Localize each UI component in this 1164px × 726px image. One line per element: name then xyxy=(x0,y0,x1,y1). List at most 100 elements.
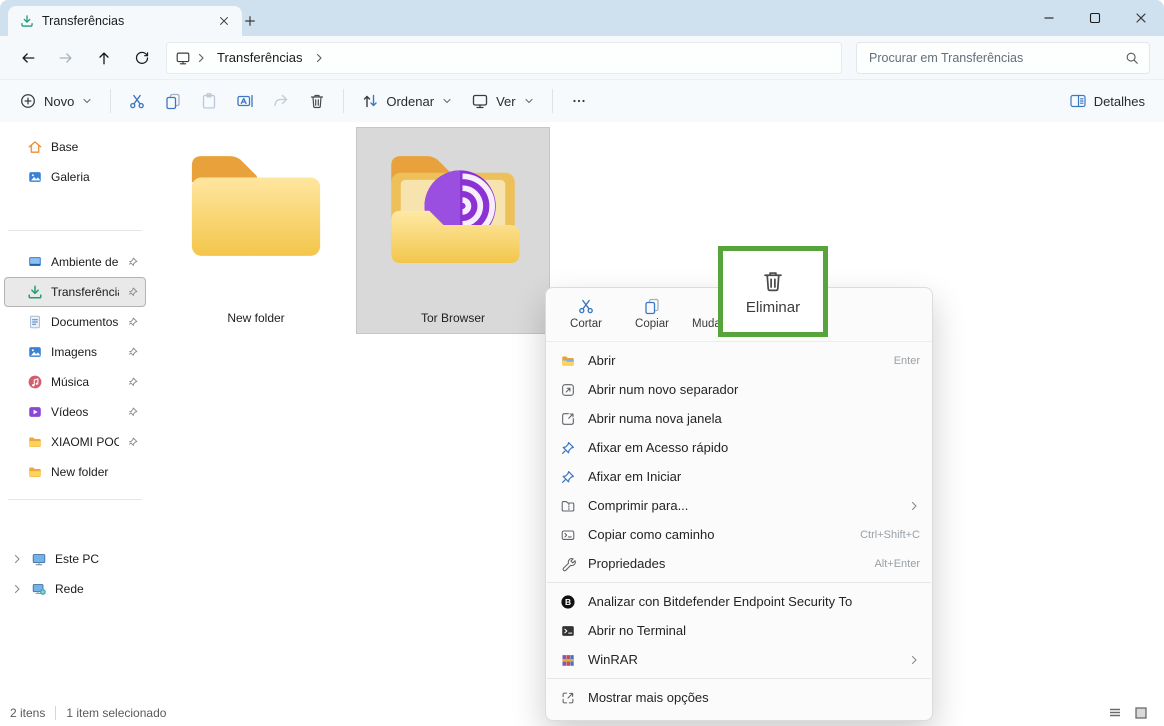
folder-icon xyxy=(27,464,43,480)
breadcrumb[interactable]: Transferências xyxy=(166,42,842,74)
menu-item-winrar[interactable]: WinRAR xyxy=(546,645,932,674)
download-icon xyxy=(27,284,43,300)
more-toolbar-button[interactable] xyxy=(561,85,597,117)
file-explorer-window: Transferências Transferências xyxy=(0,0,1164,726)
menu-item-shortcut: Alt+Enter xyxy=(874,558,920,570)
menu-item-afixar-em-iniciar[interactable]: Afixar em Iniciar xyxy=(546,462,932,491)
this-pc-icon[interactable] xyxy=(175,50,191,66)
expand-chevron-icon[interactable] xyxy=(11,553,23,565)
back-button[interactable] xyxy=(14,44,42,72)
toolbar-separator xyxy=(343,89,344,113)
chevron-right-icon[interactable] xyxy=(195,52,207,64)
context-menu: CortarCopiarMudar o nome AbrirEnterAbrir… xyxy=(545,287,933,721)
submenu-chevron-icon xyxy=(908,654,920,666)
sidebar-item-xiaomi-poco-f[interactable]: XIAOMI POCO F xyxy=(4,427,146,457)
copy-button[interactable] xyxy=(155,85,191,117)
menu-item-label: Propriedades xyxy=(588,556,862,571)
sort-button-label: Ordenar xyxy=(386,94,434,109)
menu-item-abrir-numa-nova-janela[interactable]: Abrir numa nova janela xyxy=(546,404,932,433)
sidebar-item-label: Este PC xyxy=(55,552,139,566)
sidebar-item-este-pc[interactable]: Este PC xyxy=(4,544,146,574)
menu-item-mostrar-mais-opcoes[interactable]: Mostrar mais opções xyxy=(546,683,932,712)
sidebar-item-label: Transferências xyxy=(51,285,119,299)
window-controls xyxy=(1026,0,1164,36)
sidebar-item-label: Galeria xyxy=(51,170,139,184)
forward-button[interactable] xyxy=(52,44,80,72)
sidebar-item-imagens[interactable]: Imagens xyxy=(4,337,146,367)
sidebar-item-label: XIAOMI POCO F xyxy=(51,435,119,449)
sidebar-item-documentos[interactable]: Documentos xyxy=(4,307,146,337)
tab-transferencias[interactable]: Transferências xyxy=(8,6,242,36)
view-icon xyxy=(471,92,489,110)
selected-count: 1 item selecionado xyxy=(66,706,166,720)
sidebar-item-galeria[interactable]: Galeria xyxy=(4,162,146,192)
pin-icon xyxy=(127,316,139,328)
share-button[interactable] xyxy=(263,85,299,117)
file-tile-tor-browser[interactable]: Tor Browser xyxy=(356,127,550,334)
menu-item-abrir[interactable]: AbrirEnter xyxy=(546,346,932,375)
menu-item-label: Abrir xyxy=(588,353,882,368)
list-view-toggle[interactable] xyxy=(1102,703,1128,723)
new-window-icon xyxy=(560,411,576,427)
home-icon xyxy=(27,139,43,155)
gallery-icon xyxy=(27,169,43,185)
zip-icon xyxy=(560,498,576,514)
sidebar-item-base[interactable]: Base xyxy=(4,132,146,162)
menu-divider xyxy=(547,678,931,679)
sidebar-item-ambiente-de-tra[interactable]: Ambiente de tra xyxy=(4,247,146,277)
up-button[interactable] xyxy=(90,44,118,72)
status-separator xyxy=(55,706,56,720)
chevron-right-icon[interactable] xyxy=(313,52,325,64)
icons-view-icon xyxy=(1134,706,1148,720)
breadcrumb-item[interactable]: Transferências xyxy=(211,48,309,67)
icons-view-toggle[interactable] xyxy=(1128,703,1154,723)
sidebar-item-videos[interactable]: Vídeos xyxy=(4,397,146,427)
menu-item-comprimir-para[interactable]: Comprimir para... xyxy=(546,491,932,520)
menu-item-label: Afixar em Acesso rápido xyxy=(588,440,920,455)
sidebar-item-label: Ambiente de tra xyxy=(51,255,119,269)
sort-button[interactable]: Ordenar xyxy=(352,86,462,116)
pin-icon xyxy=(127,286,139,298)
refresh-button[interactable] xyxy=(128,44,156,72)
sidebar-item-label: Base xyxy=(51,140,139,154)
file-name: Tor Browser xyxy=(421,311,485,325)
details-panel-icon xyxy=(1069,92,1087,110)
delete-button[interactable] xyxy=(299,85,335,117)
quick-action-cortar[interactable]: Cortar xyxy=(556,293,616,334)
rename-button[interactable] xyxy=(227,85,263,117)
pin-blue-icon xyxy=(560,440,576,456)
cut-icon xyxy=(128,92,146,110)
sidebar-item-new-folder[interactable]: New folder xyxy=(4,457,146,487)
file-tile-new-folder[interactable]: New folder xyxy=(170,127,342,334)
menu-item-propriedades[interactable]: Propriedades Alt+Enter xyxy=(546,549,932,578)
expand-chevron-icon[interactable] xyxy=(11,583,23,595)
cut-button[interactable] xyxy=(119,85,155,117)
view-button[interactable]: Ver xyxy=(462,86,544,116)
minimize-button[interactable] xyxy=(1026,0,1072,36)
maximize-button[interactable] xyxy=(1072,0,1118,36)
menu-item-afixar-em-acesso-rapido[interactable]: Afixar em Acesso rápido xyxy=(546,433,932,462)
terminal-icon xyxy=(560,623,576,639)
items-count: 2 itens xyxy=(10,706,45,720)
search-box[interactable] xyxy=(856,42,1150,74)
sidebar-item-transferencias[interactable]: Transferências xyxy=(4,277,146,307)
quick-action-label: Cortar xyxy=(570,318,602,330)
menu-item-copiar-como-caminho[interactable]: Copiar como caminhoCtrl+Shift+C xyxy=(546,520,932,549)
menu-item-label: Analizar con Bitdefender Endpoint Securi… xyxy=(588,594,920,609)
details-button[interactable]: Detalhes xyxy=(1060,86,1154,116)
menu-item-analizar-con-bitdefender-endpoint-securi[interactable]: BAnalizar con Bitdefender Endpoint Secur… xyxy=(546,587,932,616)
menu-item-abrir-num-novo-separador[interactable]: Abrir num novo separador xyxy=(546,375,932,404)
new-tab-button[interactable] xyxy=(238,10,262,32)
close-button[interactable] xyxy=(1118,0,1164,36)
search-input[interactable] xyxy=(867,50,1119,66)
menu-item-abrir-no-terminal[interactable]: Abrir no Terminal xyxy=(546,616,932,645)
videos-icon xyxy=(27,404,43,420)
sidebar-item-rede[interactable]: Rede xyxy=(4,574,146,604)
tab-label: Transferências xyxy=(42,14,206,28)
annotation-highlight-eliminar[interactable]: Eliminar xyxy=(718,246,828,337)
tab-close-icon[interactable] xyxy=(214,11,234,31)
sidebar-item-musica[interactable]: Música xyxy=(4,367,146,397)
paste-button[interactable] xyxy=(191,85,227,117)
quick-action-copiar[interactable]: Copiar xyxy=(622,293,682,334)
new-button[interactable]: Novo xyxy=(10,86,102,116)
